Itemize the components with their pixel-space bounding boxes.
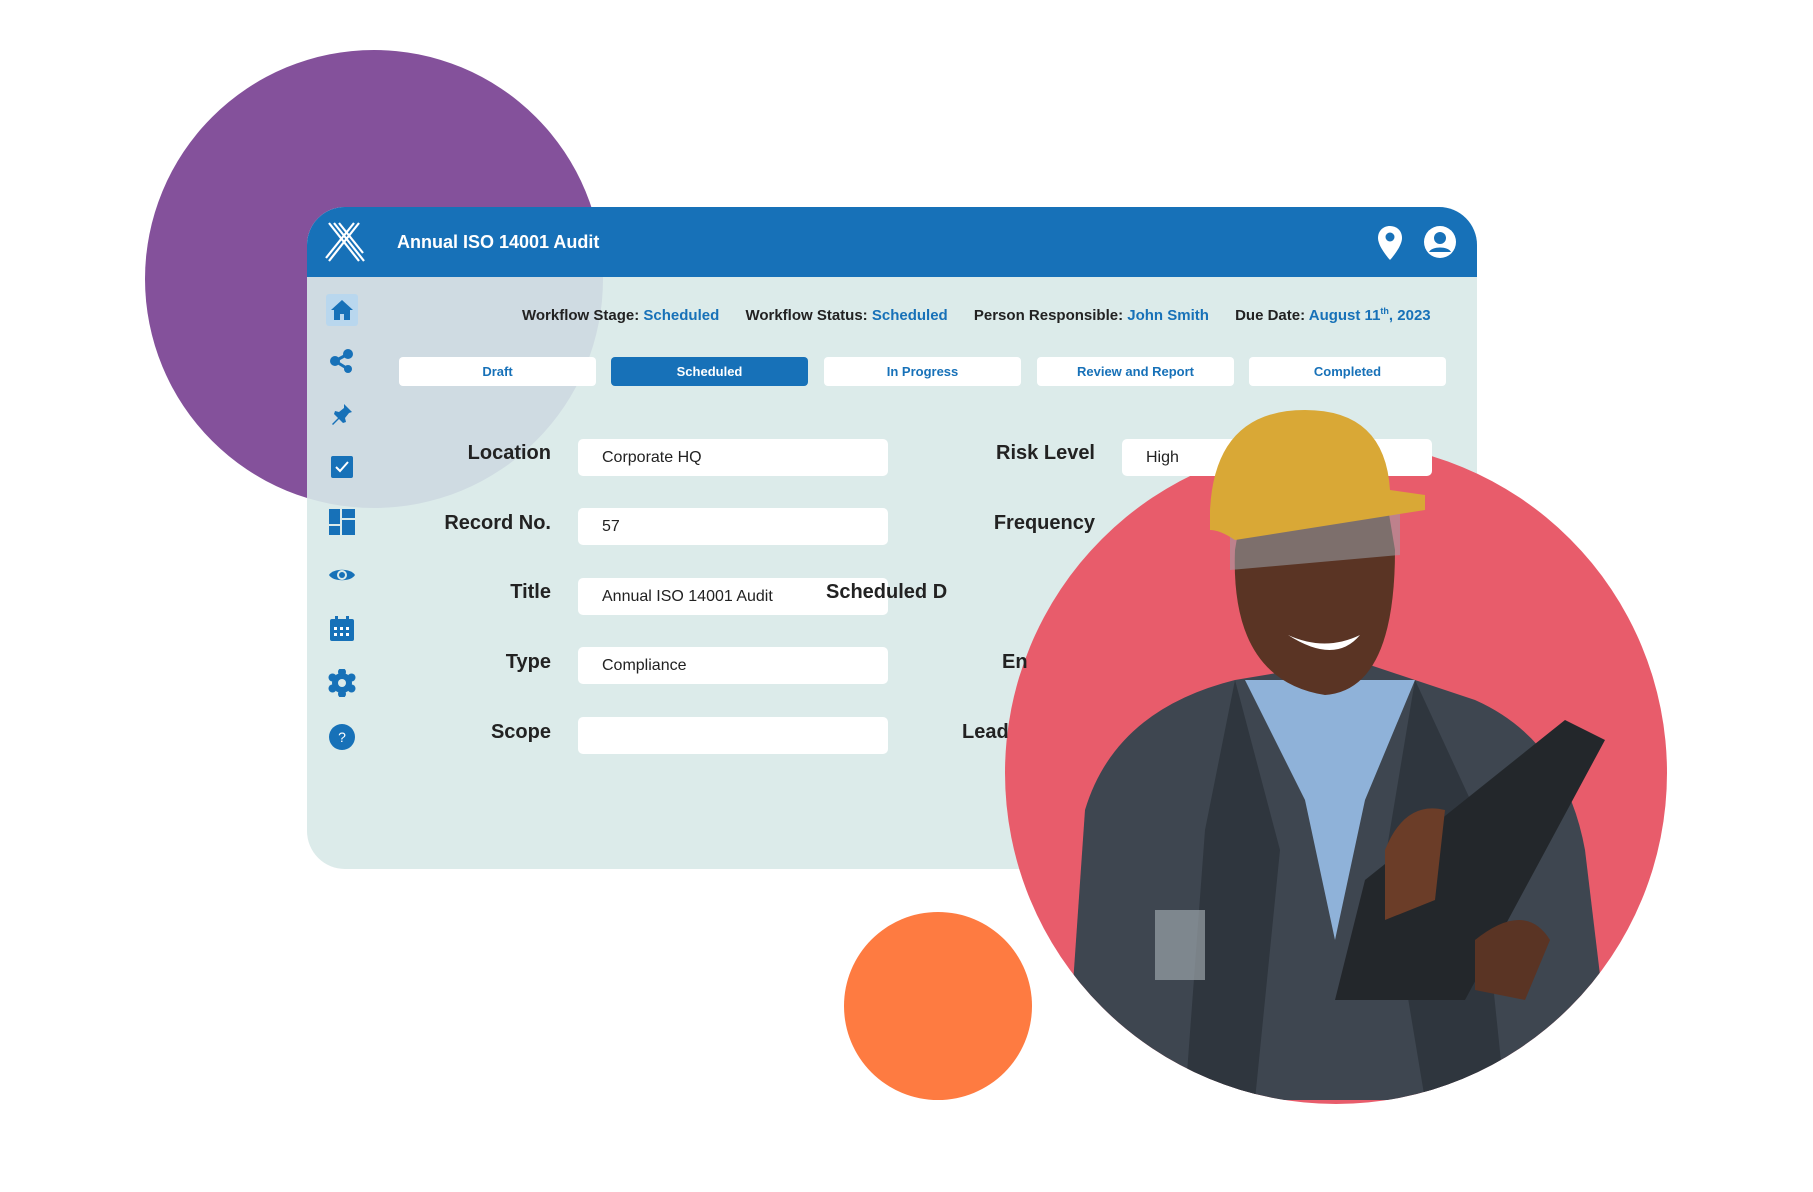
record-no-label: Record No. xyxy=(444,512,551,534)
stage-label: Workflow Stage: xyxy=(522,307,640,324)
location-label: Location xyxy=(467,442,551,464)
tab-scheduled[interactable]: Scheduled xyxy=(611,357,808,386)
person-value[interactable]: John Smith xyxy=(1127,307,1209,324)
record-no-field[interactable]: 57 xyxy=(578,508,888,545)
pin-icon xyxy=(332,404,352,425)
location-field[interactable]: Corporate HQ xyxy=(578,439,888,476)
location-pin-icon[interactable] xyxy=(1377,225,1403,261)
sidebar-item-share[interactable] xyxy=(326,345,358,377)
home-icon xyxy=(331,300,353,320)
due-label: Due Date: xyxy=(1235,307,1306,324)
sidebar-item-pin[interactable] xyxy=(326,398,358,430)
page-title: Annual ISO 14001 Audit xyxy=(397,232,600,252)
person-label: Person Responsible: xyxy=(973,307,1124,324)
worker-photo xyxy=(1065,410,1615,1100)
type-label: Type xyxy=(505,651,551,673)
stage-value: Scheduled xyxy=(643,307,720,324)
title-label: Title xyxy=(510,581,551,603)
workflow-meta: Workflow Stage: Scheduled Workflow Statu… xyxy=(522,306,1431,324)
calendar-icon xyxy=(330,616,354,641)
type-field[interactable]: Compliance xyxy=(578,647,888,684)
scope-field[interactable] xyxy=(578,717,888,754)
scope-label: Scope xyxy=(490,721,551,743)
app-logo-icon xyxy=(325,222,365,262)
sidebar-item-calendar[interactable] xyxy=(326,613,358,645)
sidebar-item-home[interactable] xyxy=(326,294,358,326)
decorative-orange-circle xyxy=(844,912,1032,1100)
status-value: Scheduled xyxy=(871,307,948,324)
lead-label: Lead xyxy=(962,721,1009,743)
tab-in-progress[interactable]: In Progress xyxy=(824,357,1021,386)
status-label: Workflow Status: xyxy=(745,307,868,324)
due-value: August 11th, 2023 xyxy=(1308,306,1431,324)
share-icon xyxy=(330,349,353,373)
app-header: Annual ISO 14001 Audit xyxy=(307,207,1477,277)
scheduled-date-label: Scheduled D xyxy=(826,581,948,603)
user-account-icon[interactable] xyxy=(1423,225,1457,259)
tab-draft[interactable]: Draft xyxy=(399,357,596,386)
